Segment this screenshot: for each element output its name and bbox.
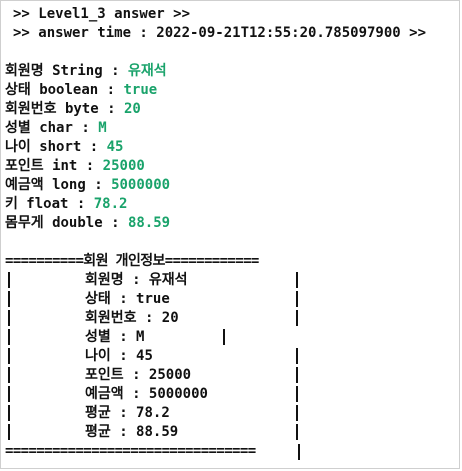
console-output: >> Level1_3 answer >> >> answer time : 2… <box>0 0 460 469</box>
field-value: 45 <box>106 139 124 155</box>
field-line: 성별 char : M <box>5 119 107 138</box>
box-row: 예금액 : 5000000 <box>85 386 208 402</box>
box-left-bar <box>8 424 10 440</box>
box-row: 포인트 : 25000 <box>85 367 192 383</box>
box-left-bar <box>8 386 10 402</box>
answer-time-header: >> answer time : 2022-09-21T12:55:20.785… <box>13 25 427 41</box>
field-line: 키 float : 78.2 <box>5 195 127 214</box>
field-label: 몸무게 double : <box>5 215 128 231</box>
field-line: 포인트 int : 25000 <box>5 157 145 176</box>
field-value: 5000000 <box>111 177 171 193</box>
field-label: 회원명 String : <box>5 63 128 79</box>
box-right-bar <box>296 386 298 402</box>
box-right-bar <box>223 329 225 345</box>
box-left-bar <box>8 348 10 364</box>
level-header: >> Level1_3 answer >> <box>13 6 191 22</box>
box-row: 회원번호 : 20 <box>85 310 179 326</box>
field-value: M <box>98 120 107 136</box>
field-line: 예금액 long : 5000000 <box>5 176 170 195</box>
box-right-bar <box>296 367 298 383</box>
field-value: 20 <box>123 101 141 117</box>
box-right-bar <box>296 348 298 364</box>
field-line: 몸무게 double : 88.59 <box>5 214 170 233</box>
field-value: 25000 <box>102 158 145 174</box>
field-line: 상태 boolean : true <box>5 81 157 100</box>
box-top-border: ==========회원 개인정보============ <box>5 253 259 269</box>
field-label: 포인트 int : <box>5 158 103 174</box>
field-label: 나이 short : <box>5 139 107 155</box>
box-row: 회원명 : 유재석 <box>85 272 188 288</box>
box-right-bar <box>296 310 298 326</box>
box-right-bar <box>296 424 298 440</box>
box-row: 성별 : M <box>85 329 145 345</box>
field-value: 78.2 <box>93 196 128 212</box>
text-cursor <box>298 444 300 460</box>
box-row: 평균 : 78.2 <box>85 405 170 421</box>
box-row: 나이 : 45 <box>85 348 153 364</box>
box-row: 상태 : true <box>85 291 170 307</box>
field-line: 회원번호 byte : 20 <box>5 100 141 119</box>
field-value: 88.59 <box>127 215 171 231</box>
box-right-bar <box>296 405 298 421</box>
box-right-bar <box>296 272 298 288</box>
field-value: 유재석 <box>127 63 167 79</box>
field-label: 성별 char : <box>5 120 99 136</box>
field-value: true <box>123 82 158 98</box>
box-right-bar <box>296 291 298 307</box>
field-label: 상태 boolean : <box>5 82 124 98</box>
box-left-bar <box>8 291 10 307</box>
box-row: 평균 : 88.59 <box>85 424 179 440</box>
box-left-bar <box>8 272 10 288</box>
field-label: 회원번호 byte : <box>5 101 124 117</box>
box-bottom-border: ================================ <box>5 443 256 459</box>
field-line: 나이 short : 45 <box>5 138 123 157</box>
field-label: 키 float : <box>5 196 94 212</box>
field-label: 예금액 long : <box>5 177 112 193</box>
box-left-bar <box>8 367 10 383</box>
box-left-bar <box>8 405 10 421</box>
field-line: 회원명 String : 유재석 <box>5 62 167 81</box>
box-left-bar <box>8 329 10 345</box>
box-left-bar <box>8 310 10 326</box>
